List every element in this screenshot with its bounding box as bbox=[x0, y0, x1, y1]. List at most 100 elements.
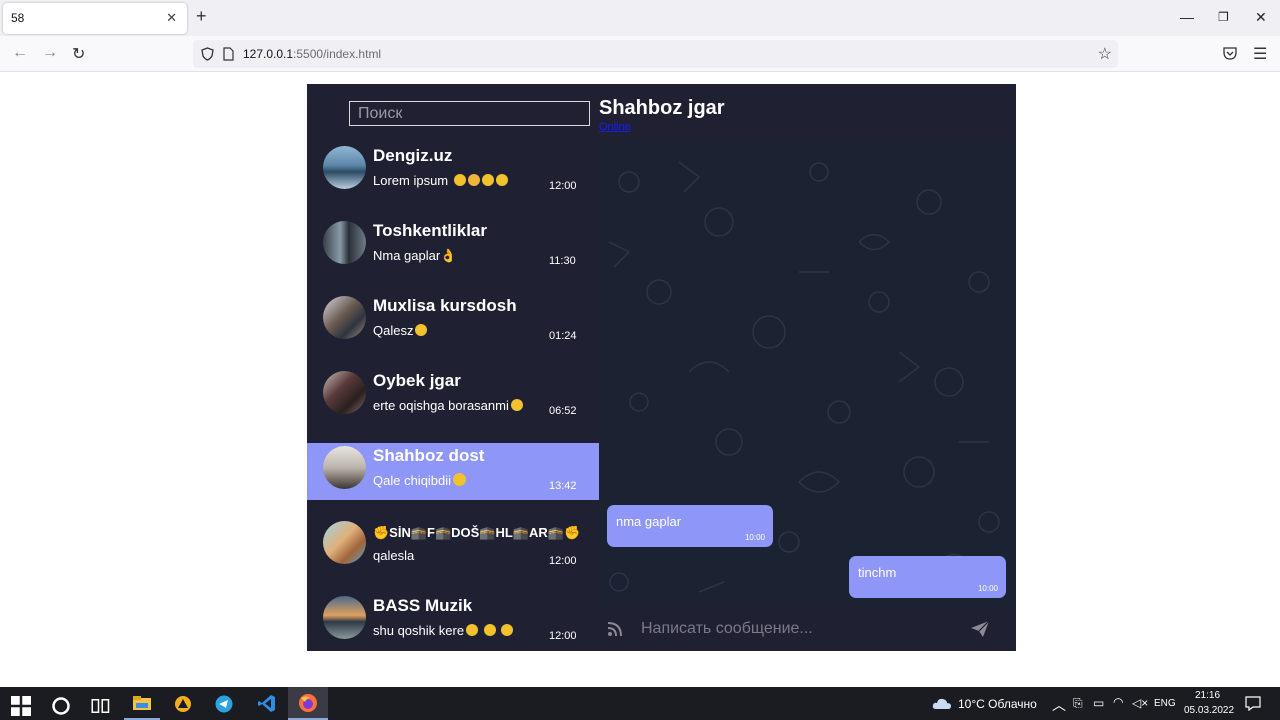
menu-icon[interactable]: ☰ bbox=[1253, 44, 1267, 64]
chat-status[interactable]: Online bbox=[599, 121, 631, 133]
chat-name: BASS Muzik bbox=[373, 596, 473, 615]
avatar bbox=[323, 446, 366, 489]
restore-icon[interactable]: ❐ bbox=[1218, 10, 1229, 24]
chat-name: Muxlisa kursdosh bbox=[373, 296, 517, 315]
wifi-icon[interactable]: ◠ bbox=[1113, 695, 1123, 709]
chat-header: Shahboz jgar Online bbox=[599, 84, 1016, 142]
avatar bbox=[323, 371, 366, 414]
forward-arrow-icon[interactable]: → bbox=[42, 44, 58, 62]
avatar bbox=[323, 146, 366, 189]
back-arrow-icon[interactable]: ← bbox=[12, 44, 28, 62]
cortana-icon[interactable] bbox=[51, 696, 71, 716]
nav-bar: ← → ↻ 127.0.0.1:5500/index.html ☆ ☰ bbox=[0, 36, 1280, 72]
url-path: :5500/index.html bbox=[293, 47, 382, 61]
notification-icon[interactable] bbox=[1245, 696, 1261, 711]
message-text: nma gaplar bbox=[616, 514, 682, 529]
rss-icon[interactable] bbox=[607, 621, 623, 637]
volume-icon[interactable]: ◁× bbox=[1132, 696, 1148, 710]
avatar bbox=[323, 596, 366, 639]
chat-last-message: Qalesz bbox=[373, 323, 428, 338]
tab-bar: 58 ✕ + — ❐ ✕ bbox=[0, 0, 1280, 36]
chat-message-text: erte oqishga borasanmi bbox=[373, 398, 509, 413]
emoji-icon bbox=[501, 624, 514, 636]
chat-messages-area: nma gaplar 10:00 tinchm 10:00 bbox=[599, 142, 1016, 607]
vscode-icon[interactable] bbox=[257, 694, 276, 713]
battery-icon[interactable]: ▭ bbox=[1093, 696, 1104, 710]
message-time: 10:00 bbox=[744, 533, 765, 542]
chat-last-message: shu qoshik kere bbox=[373, 623, 514, 638]
tab-close-icon[interactable]: ✕ bbox=[166, 10, 177, 26]
minimize-icon[interactable]: — bbox=[1180, 9, 1194, 25]
chat-item[interactable]: Dengiz.uz Lorem ipsum 12:00 bbox=[307, 143, 599, 200]
tab-title: 58 bbox=[11, 11, 25, 25]
emoji-icon bbox=[466, 624, 479, 636]
shield-icon[interactable] bbox=[201, 47, 214, 61]
bookmark-star-icon[interactable]: ☆ bbox=[1098, 44, 1112, 64]
chat-name: Oybek jgar bbox=[373, 371, 461, 390]
avatar bbox=[323, 221, 366, 264]
emoji-icon bbox=[453, 473, 467, 486]
chat-name: Dengiz.uz bbox=[373, 146, 453, 165]
chat-last-message: qalesla bbox=[373, 548, 415, 563]
url-text[interactable]: 127.0.0.1:5500/index.html bbox=[243, 47, 381, 61]
clock-time[interactable]: 21:16 bbox=[1195, 690, 1220, 701]
message-input[interactable] bbox=[641, 620, 941, 638]
chat-time: 01:24 bbox=[549, 330, 577, 342]
taskbar: 10°C Облачно ︿ ⎘ ▭ ◠ ◁× ENG 21:16 05.03.… bbox=[0, 687, 1280, 720]
chat-name: Shahboz dost bbox=[373, 446, 485, 465]
emoji-icon bbox=[453, 174, 466, 186]
chat-item[interactable]: Toshkentliklar Nma gaplar👌 11:30 bbox=[307, 218, 599, 275]
app-icon[interactable] bbox=[174, 695, 192, 713]
weather-text[interactable]: 10°C Облачно bbox=[958, 697, 1037, 711]
chat-title: Shahboz jgar bbox=[599, 97, 725, 119]
chat-item-active[interactable]: Shahboz dost Qale chiqibdii 13:42 bbox=[307, 443, 599, 500]
emoji-icon bbox=[415, 324, 428, 336]
page-icon bbox=[223, 47, 234, 61]
chat-panel: Shahboz jgar Online nma gaplar 10:00 tin… bbox=[599, 84, 1016, 651]
chat-item[interactable]: BASS Muzik shu qoshik kere 12:00 bbox=[307, 593, 599, 650]
message-bubble-outgoing: tinchm 10:00 bbox=[849, 556, 1006, 598]
chat-time: 12:00 bbox=[549, 630, 577, 642]
chat-item[interactable]: Oybek jgar erte oqishga borasanmi 06:52 bbox=[307, 368, 599, 425]
chat-time: 12:00 bbox=[549, 555, 577, 567]
emoji-icon bbox=[467, 174, 480, 186]
task-view-icon[interactable] bbox=[91, 696, 111, 716]
avatar bbox=[323, 296, 366, 339]
emoji-icon bbox=[483, 624, 496, 636]
message-bubble-incoming: nma gaplar 10:00 bbox=[607, 505, 773, 547]
chat-message-text: Qale chiqibdii bbox=[373, 473, 452, 488]
new-tab-icon[interactable]: + bbox=[196, 7, 207, 25]
emoji-icon bbox=[481, 174, 494, 186]
taskbar-file-explorer[interactable] bbox=[124, 687, 160, 720]
clock-date[interactable]: 05.03.2022 bbox=[1184, 705, 1234, 716]
emoji-icon bbox=[495, 174, 508, 186]
tray-chevron-icon[interactable]: ︿ bbox=[1052, 695, 1066, 715]
chat-last-message: Nma gaplar👌 bbox=[373, 248, 457, 263]
firefox-icon bbox=[299, 694, 317, 712]
chat-last-message: erte oqishga borasanmi bbox=[373, 398, 523, 413]
chat-item[interactable]: Muxlisa kursdosh Qalesz 01:24 bbox=[307, 293, 599, 350]
reload-icon[interactable]: ↻ bbox=[72, 44, 85, 64]
message-text: tinchm bbox=[858, 565, 897, 580]
chat-item[interactable]: ✊SİN🕋F🕋DOŠ🕋HL🕋AR🕋✊ qalesla 12:00 bbox=[307, 518, 599, 575]
send-icon[interactable] bbox=[970, 620, 990, 638]
file-explorer-icon bbox=[133, 696, 151, 710]
language-indicator[interactable]: ENG bbox=[1154, 698, 1176, 709]
chat-time: 12:00 bbox=[549, 180, 577, 192]
chat-message-text: Qalesz bbox=[373, 323, 414, 338]
emoji-icon bbox=[510, 399, 523, 411]
windows-icon[interactable] bbox=[11, 696, 31, 716]
search-input[interactable] bbox=[349, 101, 590, 126]
chat-time: 06:52 bbox=[549, 405, 577, 417]
address-bar[interactable]: 127.0.0.1:5500/index.html ☆ bbox=[193, 40, 1118, 68]
pocket-icon[interactable] bbox=[1223, 47, 1237, 60]
taskbar-firefox[interactable] bbox=[288, 687, 328, 720]
window-close-icon[interactable]: ✕ bbox=[1255, 9, 1267, 26]
chat-last-message: Qale chiqibdii bbox=[373, 473, 467, 488]
avatar bbox=[323, 521, 366, 564]
browser-tab[interactable]: 58 ✕ bbox=[3, 3, 187, 34]
chat-list-sidebar: Dengiz.uz Lorem ipsum 12:00 Toshkentlikl… bbox=[307, 84, 599, 651]
telegram-icon[interactable] bbox=[215, 695, 233, 713]
usb-icon[interactable]: ⎘ bbox=[1073, 696, 1083, 711]
chat-name: Toshkentliklar bbox=[373, 221, 487, 240]
